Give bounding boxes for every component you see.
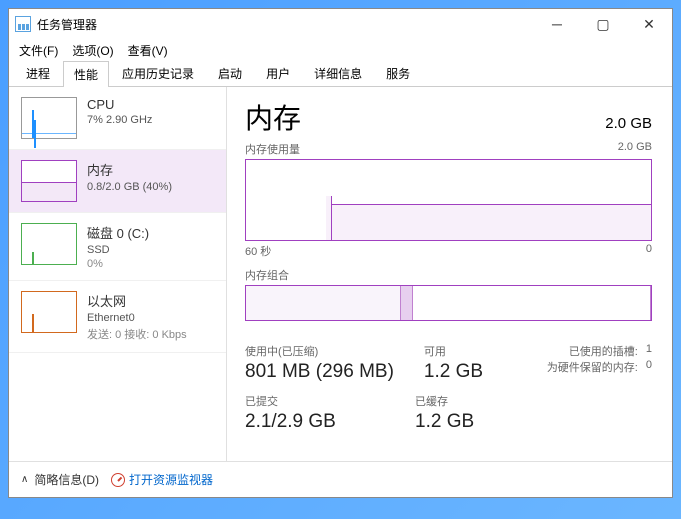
sidebar-item-label: 磁盘 0 (C:) — [87, 223, 149, 242]
memory-composition-chart — [245, 285, 652, 321]
stat-value: 2.1/2.9 GB — [245, 411, 385, 433]
usage-label: 内存使用量 — [245, 141, 300, 157]
slots-value: 1 — [646, 343, 652, 359]
sidebar-item-label: 内存 — [87, 160, 172, 179]
stat-in-use: 使用中(已压缩) 801 MB (296 MB) — [245, 343, 394, 383]
sidebar-item-sub: Ethernet0 — [87, 312, 187, 324]
content-area: CPU 7% 2.90 GHz 内存 0.8/2.0 GB (40%) 磁盘 0… — [9, 87, 672, 461]
sidebar-info: 内存 0.8/2.0 GB (40%) — [87, 160, 172, 202]
chart-fill — [331, 204, 651, 240]
usage-chart-labels: 内存使用量 2.0 GB — [245, 141, 652, 157]
axis-right: 0 — [646, 243, 652, 259]
sidebar-item-sub: SSD — [87, 244, 149, 256]
close-button[interactable]: ✕ — [626, 9, 672, 39]
composition-label: 内存组合 — [245, 267, 289, 283]
disk-thumbnail-icon — [21, 223, 77, 265]
menubar: 文件(F) 选项(O) 查看(V) — [9, 39, 672, 61]
minimize-button[interactable]: ─ — [534, 9, 580, 39]
maximize-button[interactable]: ▢ — [580, 9, 626, 39]
sidebar-info: CPU 7% 2.90 GHz — [87, 97, 152, 139]
reserved-value: 0 — [646, 359, 652, 375]
chevron-up-icon: ∧ — [21, 474, 28, 485]
axis-left: 60 秒 — [245, 243, 271, 259]
sidebar-item-disk[interactable]: 磁盘 0 (C:) SSD 0% — [9, 213, 226, 281]
sidebar-item-sub2: 0% — [87, 258, 149, 270]
sidebar-item-sub2: 发送: 0 接收: 0 Kbps — [87, 326, 187, 342]
stat-available: 可用 1.2 GB — [424, 343, 494, 383]
resource-monitor-label: 打开资源监视器 — [129, 471, 213, 488]
open-resource-monitor-link[interactable]: 打开资源监视器 — [111, 471, 213, 488]
sidebar-info: 以太网 Ethernet0 发送: 0 接收: 0 Kbps — [87, 291, 187, 342]
stat-value: 801 MB (296 MB) — [245, 361, 394, 383]
window-title: 任务管理器 — [37, 16, 97, 33]
tab-users[interactable]: 用户 — [255, 60, 301, 86]
main-header: 内存 2.0 GB — [245, 97, 652, 137]
hardware-info: 已使用的插槽: 1 为硬件保留的内存: 0 — [547, 343, 652, 383]
menu-file[interactable]: 文件(F) — [19, 42, 58, 59]
stat-label: 可用 — [424, 343, 494, 359]
resource-monitor-icon — [111, 473, 125, 487]
stat-label: 已提交 — [245, 393, 385, 409]
memory-usage-chart — [245, 159, 652, 241]
sidebar-item-label: 以太网 — [87, 291, 187, 310]
composition-in-use — [246, 286, 401, 320]
main-panel: 内存 2.0 GB 内存使用量 2.0 GB 60 秒 0 内存组合 — [227, 87, 672, 461]
composition-labels: 内存组合 — [245, 267, 652, 283]
titlebar[interactable]: 任务管理器 ─ ▢ ✕ — [9, 9, 672, 39]
reserved-label: 为硬件保留的内存: — [547, 359, 638, 375]
tab-performance[interactable]: 性能 — [63, 61, 109, 87]
menu-view[interactable]: 查看(V) — [128, 42, 168, 59]
performance-sidebar: CPU 7% 2.90 GHz 内存 0.8/2.0 GB (40%) 磁盘 0… — [9, 87, 227, 461]
tab-bar: 进程 性能 应用历史记录 启动 用户 详细信息 服务 — [9, 61, 672, 87]
fewer-details-label: 简略信息(D) — [34, 471, 99, 488]
tab-details[interactable]: 详细信息 — [303, 60, 373, 86]
cpu-thumbnail-icon — [21, 97, 77, 139]
sidebar-item-sub: 0.8/2.0 GB (40%) — [87, 181, 172, 193]
usage-max: 2.0 GB — [618, 141, 652, 157]
ethernet-thumbnail-icon — [21, 291, 77, 333]
stat-label: 使用中(已压缩) — [245, 343, 394, 359]
tab-app-history[interactable]: 应用历史记录 — [111, 60, 205, 86]
footer-bar: ∧ 简略信息(D) 打开资源监视器 — [9, 461, 672, 497]
tab-processes[interactable]: 进程 — [15, 60, 61, 86]
composition-modified — [401, 286, 413, 320]
menu-options[interactable]: 选项(O) — [72, 42, 113, 59]
fewer-details-toggle[interactable]: ∧ 简略信息(D) — [21, 471, 99, 488]
tab-startup[interactable]: 启动 — [207, 60, 253, 86]
composition-free — [413, 286, 651, 320]
slots-label: 已使用的插槽: — [569, 343, 638, 359]
task-manager-window: 任务管理器 ─ ▢ ✕ 文件(F) 选项(O) 查看(V) 进程 性能 应用历史… — [8, 8, 673, 498]
page-title: 内存 — [245, 97, 301, 137]
usage-chart-axis: 60 秒 0 — [245, 243, 652, 259]
stats-row-2: 已提交 2.1/2.9 GB 已缓存 1.2 GB — [245, 393, 652, 433]
sidebar-item-label: CPU — [87, 97, 152, 112]
stat-value: 1.2 GB — [424, 361, 494, 383]
sidebar-item-cpu[interactable]: CPU 7% 2.90 GHz — [9, 87, 226, 150]
memory-thumbnail-icon — [21, 160, 77, 202]
sidebar-info: 磁盘 0 (C:) SSD 0% — [87, 223, 149, 270]
sidebar-item-sub: 7% 2.90 GHz — [87, 114, 152, 126]
stat-committed: 已提交 2.1/2.9 GB — [245, 393, 385, 433]
memory-total: 2.0 GB — [605, 115, 652, 132]
sidebar-item-memory[interactable]: 内存 0.8/2.0 GB (40%) — [9, 150, 226, 213]
stat-label: 已缓存 — [415, 393, 485, 409]
stat-cached: 已缓存 1.2 GB — [415, 393, 485, 433]
stat-value: 1.2 GB — [415, 411, 485, 433]
app-icon — [15, 16, 31, 32]
window-controls: ─ ▢ ✕ — [534, 9, 672, 39]
stats-row-1: 使用中(已压缩) 801 MB (296 MB) 可用 1.2 GB 已使用的插… — [245, 343, 652, 383]
tab-services[interactable]: 服务 — [375, 60, 421, 86]
sidebar-item-ethernet[interactable]: 以太网 Ethernet0 发送: 0 接收: 0 Kbps — [9, 281, 226, 353]
